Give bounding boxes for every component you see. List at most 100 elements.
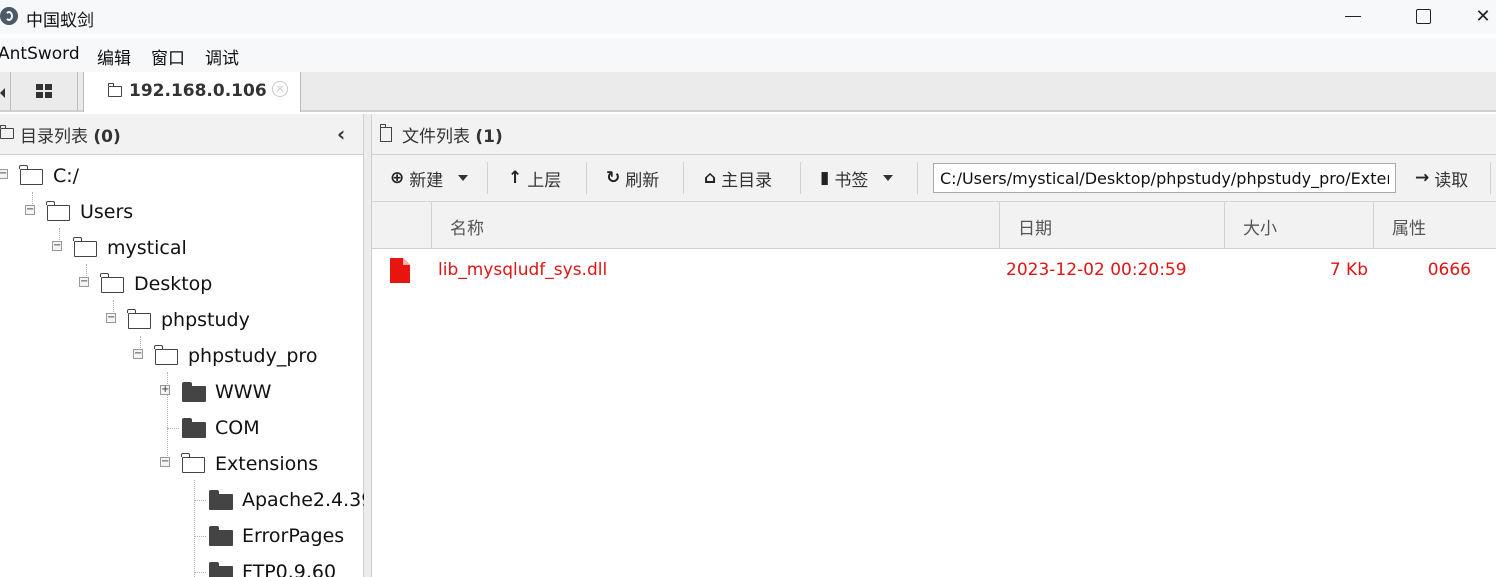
file-attr: 0666 bbox=[1427, 260, 1471, 280]
file-panel-header: 文件列表 (1) bbox=[372, 114, 1496, 155]
tree-item-c[interactable]: − C:/ bbox=[0, 162, 360, 192]
arrow-up-icon: ↑ bbox=[508, 168, 523, 188]
column-header-name[interactable]: 名称 bbox=[431, 202, 999, 248]
read-button[interactable]: → 读取 bbox=[1415, 164, 1468, 192]
tab-connection[interactable]: 192.168.0.106 × bbox=[83, 72, 301, 112]
app-logo-icon bbox=[0, 7, 18, 25]
tree-item-label: Users bbox=[80, 201, 134, 223]
toolbar-divider bbox=[1490, 162, 1491, 194]
bookmark-icon: ▮ bbox=[820, 168, 830, 188]
file-panel: 文件列表 (1) ⊕ 新建 ↑ 上层 ↻ 刷新 ⌂ 主目录 ▮ 书签 C:/Us… bbox=[372, 114, 1496, 577]
path-input[interactable] bbox=[933, 163, 1396, 193]
refresh-button[interactable]: ↻ 刷新 bbox=[606, 164, 659, 192]
bookmark-button[interactable]: ▮ 书签 bbox=[820, 164, 894, 192]
tree-item-errorpages[interactable]: ErrorPages bbox=[0, 522, 360, 552]
tree-item-label: Extensions bbox=[215, 453, 319, 475]
up-level-button[interactable]: ↑ 上层 bbox=[508, 164, 561, 192]
chevron-down-icon bbox=[883, 175, 894, 181]
up-level-label: 上层 bbox=[527, 170, 562, 191]
tree-item-phpstudy[interactable]: − phpstudy bbox=[0, 306, 360, 336]
folder-open-icon bbox=[73, 237, 97, 257]
tree-item-label: Desktop bbox=[134, 273, 213, 295]
tab-divider bbox=[77, 72, 78, 110]
toolbar-divider bbox=[683, 162, 684, 194]
home-dir-button[interactable]: ⌂ 主目录 bbox=[704, 164, 772, 192]
tree-toggle-icon[interactable]: − bbox=[0, 169, 8, 179]
menu-window[interactable]: 窗口 bbox=[151, 44, 185, 69]
maximize-button[interactable] bbox=[1400, 0, 1446, 32]
file-toolbar: ⊕ 新建 ↑ 上层 ↻ 刷新 ⌂ 主目录 ▮ 书签 → 读取 bbox=[372, 155, 1496, 202]
panel-splitter[interactable] bbox=[364, 114, 372, 577]
tree-item-label: FTP0.9.60 bbox=[242, 561, 337, 577]
tree-item-label: mystical bbox=[107, 237, 187, 259]
tab-divider bbox=[10, 72, 11, 110]
directory-panel-header: 目录列表 (0) ‹ bbox=[0, 114, 363, 155]
column-header-date[interactable]: 日期 bbox=[999, 202, 1224, 248]
menu-edit[interactable]: 编辑 bbox=[97, 44, 131, 69]
tree-item-www[interactable]: + WWW bbox=[0, 378, 360, 408]
chevron-down-icon bbox=[458, 175, 469, 181]
tree-toggle-icon[interactable]: − bbox=[52, 241, 62, 251]
tree-expand-icon[interactable]: + bbox=[160, 385, 170, 395]
menu-bar: AntSword 编辑 窗口 调试 bbox=[0, 38, 1496, 73]
file-name: lib_mysqludf_sys.dll bbox=[438, 260, 608, 280]
collapse-panel-button[interactable]: ‹ bbox=[337, 124, 345, 144]
directory-panel-title: 目录列表 (0) bbox=[20, 127, 121, 147]
tree-item-users[interactable]: − Users bbox=[0, 198, 360, 228]
folder-open-icon bbox=[100, 273, 124, 293]
maximize-icon bbox=[1415, 8, 1431, 24]
tree-toggle-icon[interactable]: − bbox=[133, 349, 143, 359]
tree-item-extensions[interactable]: − Extensions bbox=[0, 450, 360, 480]
tree-toggle-icon[interactable]: − bbox=[79, 277, 89, 287]
folder-open-icon bbox=[46, 201, 70, 221]
folder-open-icon bbox=[127, 309, 151, 329]
tree-item-apache[interactable]: Apache2.4.39 bbox=[0, 486, 373, 516]
tree-item-phpstudy-pro[interactable]: − phpstudy_pro bbox=[0, 342, 360, 372]
tab-home-grid-icon[interactable] bbox=[36, 84, 53, 98]
folder-icon bbox=[209, 562, 233, 577]
column-header-size[interactable]: 大小 bbox=[1224, 202, 1373, 248]
tree-item-mystical[interactable]: − mystical bbox=[0, 234, 360, 264]
menu-debug[interactable]: 调试 bbox=[205, 44, 239, 69]
refresh-icon: ↻ bbox=[606, 168, 621, 188]
folder-icon bbox=[108, 83, 122, 97]
folder-icon bbox=[182, 418, 206, 438]
home-dir-label: 主目录 bbox=[721, 170, 773, 191]
arrow-right-icon: → bbox=[1415, 168, 1430, 188]
tab-close-icon[interactable]: × bbox=[272, 81, 288, 97]
read-button-label: 读取 bbox=[1434, 170, 1469, 191]
file-size: 7 Kb bbox=[1329, 260, 1368, 280]
toolbar-divider bbox=[917, 162, 918, 194]
title-bar: 中国蚁剑 ✕ bbox=[0, 0, 1496, 34]
file-row[interactable]: lib_mysqludf_sys.dll 2023-12-02 00:20:59… bbox=[372, 250, 1496, 290]
plus-circle-icon: ⊕ bbox=[390, 168, 405, 188]
tab-scroll-left-icon[interactable] bbox=[0, 88, 5, 98]
folder-open-icon bbox=[154, 345, 178, 365]
refresh-label: 刷新 bbox=[625, 170, 660, 191]
toolbar-divider bbox=[800, 162, 801, 194]
tree-item-label: phpstudy bbox=[161, 309, 250, 331]
tree-toggle-icon[interactable]: − bbox=[160, 457, 170, 467]
column-header-attr[interactable]: 属性 bbox=[1373, 202, 1496, 248]
file-grid-header: 名称 日期 大小 属性 bbox=[372, 202, 1496, 249]
tree-item-ftp[interactable]: FTP0.9.60 bbox=[0, 558, 360, 577]
toolbar-divider bbox=[487, 162, 488, 194]
menu-antsword[interactable]: AntSword bbox=[0, 44, 80, 64]
new-button-label: 新建 bbox=[409, 170, 444, 191]
file-icon bbox=[390, 258, 410, 283]
tab-connection-label: 192.168.0.106 bbox=[129, 81, 267, 101]
tree-toggle-icon[interactable]: − bbox=[25, 205, 35, 215]
close-window-button[interactable]: ✕ bbox=[1470, 0, 1496, 32]
tree-item-label: WWW bbox=[215, 381, 272, 403]
tree-toggle-icon[interactable]: − bbox=[106, 313, 116, 323]
file-icon bbox=[380, 124, 392, 142]
tree-item-com[interactable]: COM bbox=[0, 414, 360, 444]
new-button[interactable]: ⊕ 新建 bbox=[390, 164, 469, 192]
tree-item-label: phpstudy_pro bbox=[188, 345, 318, 367]
tree-item-label: COM bbox=[215, 417, 260, 439]
home-icon: ⌂ bbox=[704, 168, 717, 188]
minimize-button[interactable] bbox=[1330, 0, 1376, 32]
folder-icon bbox=[0, 125, 14, 139]
file-panel-title: 文件列表 (1) bbox=[402, 127, 503, 147]
tree-item-desktop[interactable]: − Desktop bbox=[0, 270, 360, 300]
